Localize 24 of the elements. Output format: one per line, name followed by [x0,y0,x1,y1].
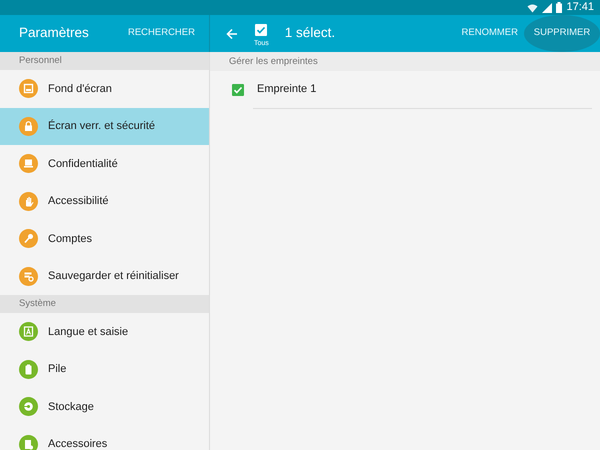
status-time: 17:41 [566,0,594,16]
settings-item[interactable]: Accessoires [0,426,209,450]
battery-icon [556,2,562,13]
back-button[interactable] [226,28,238,40]
checkbox[interactable] [232,84,244,96]
selection-count: 1 sélect. [284,24,336,42]
delete-button[interactable]: SUPPRIMER [524,15,600,52]
settings-item[interactable]: Comptes [0,220,209,258]
signal-icon [542,2,552,12]
settings-item[interactable]: Langue et saisie [0,313,209,350]
settings-item[interactable]: Accessibilité [0,182,209,220]
section-header: Système [0,295,209,313]
section-header: Personnel [0,52,209,70]
fingerprint-label: Empreinte 1 [257,82,316,98]
section-header: Gérer les empreintes [210,52,600,71]
settings-item[interactable]: Pile [0,350,209,388]
settings-item[interactable]: Écran verr. et sécurité [0,108,209,145]
settings-item[interactable]: Fond d'écran [0,70,209,108]
settings-item[interactable]: Sauvegarder et réinitialiser [0,258,209,295]
wifi-icon [527,2,538,12]
settings-item[interactable]: Stockage [0,388,209,426]
select-all-checkbox[interactable] [255,24,268,36]
settings-item[interactable]: Confidentialité [0,145,209,182]
app-title: Paramètres [19,24,89,42]
